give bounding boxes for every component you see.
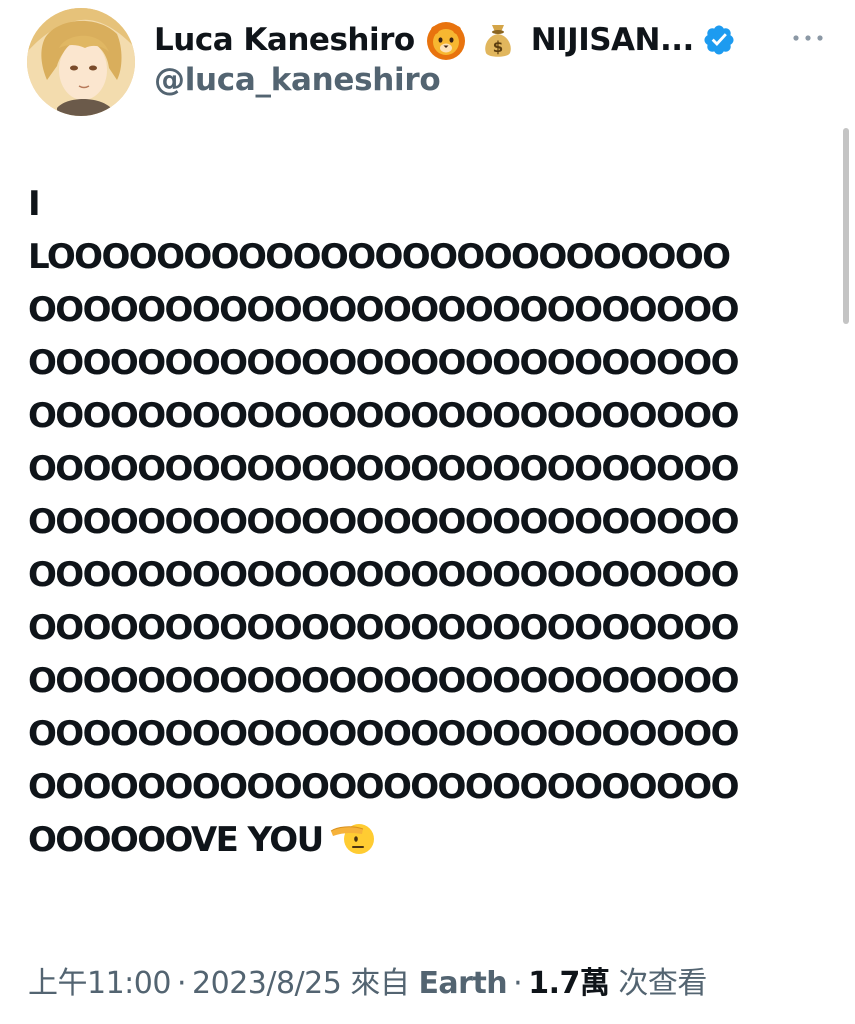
author-handle[interactable]: @luca_kaneshiro — [154, 62, 441, 98]
saluting-face-icon — [329, 817, 375, 857]
tweet-text: I LOOOOOOOOOOOOOOOOOOOOOOOOO OOOOOOOOOOO… — [28, 178, 818, 867]
lion-face-icon — [425, 19, 467, 61]
tweet-text-line: OOOOOOOOOOOOOOOOOOOOOOOOOO — [28, 290, 739, 330]
source-prefix: 來自 — [350, 966, 410, 1001]
views-count[interactable]: 1.7萬 — [528, 966, 610, 1001]
tweet-text-line: OOOOOOOOOOOOOOOOOOOOOOOOOO — [28, 343, 739, 383]
views-label: 次查看 — [618, 966, 707, 1001]
tweet-text-line: OOOOOOOOOOOOOOOOOOOOOOOOOO — [28, 608, 739, 648]
tweet-text-line: OOOOOOOOOOOOOOOOOOOOOOOOOO — [28, 449, 739, 489]
tweet-time[interactable]: 上午11:00 — [28, 966, 171, 1001]
tweet-text-line: OOOOOOOOOOOOOOOOOOOOOOOOOO — [28, 396, 739, 436]
display-name[interactable]: Luca Kaneshiro — [154, 22, 415, 58]
tweet-text-line: I — [28, 184, 41, 224]
tweet-text-line: OOOOOOOOOOOOOOOOOOOOOOOOOO — [28, 714, 739, 754]
tweet-meta: 上午11:00 · 2023/8/25 來自 Earth · 1.7萬 次查看 — [28, 962, 838, 1006]
tweet-text-last-line: OOOOOOVE YOU — [28, 814, 818, 867]
tweet-date[interactable]: 2023/8/25 — [192, 966, 342, 1001]
tweet-header: Luca Kaneshiro $ NIJISAN... @luca_kanesh… — [0, 0, 855, 130]
separator-dot: · — [513, 966, 523, 1001]
tweet-text-line: OOOOOOVE YOU — [28, 820, 324, 860]
separator-dot: · — [176, 966, 187, 1001]
tweet-text-line: LOOOOOOOOOOOOOOOOOOOOOOOOO — [28, 237, 731, 277]
svg-text:$: $ — [492, 38, 502, 56]
tweet-text-line: OOOOOOOOOOOOOOOOOOOOOOOOOO — [28, 661, 739, 701]
tweet-source[interactable]: Earth — [418, 966, 507, 1001]
tweet-text-line: OOOOOOOOOOOOOOOOOOOOOOOOOO — [28, 502, 739, 542]
tweet-text-line: OOOOOOOOOOOOOOOOOOOOOOOOOO — [28, 555, 739, 595]
author-name-row[interactable]: Luca Kaneshiro $ NIJISAN... — [154, 16, 774, 64]
scrollbar[interactable] — [843, 128, 849, 324]
affiliation-label[interactable]: NIJISAN... — [531, 22, 695, 58]
tweet-text-line: OOOOOOOOOOOOOOOOOOOOOOOOOO — [28, 767, 739, 807]
money-bag-icon: $ — [477, 19, 519, 61]
verified-badge-icon[interactable] — [702, 23, 736, 57]
more-horizontal-icon[interactable] — [790, 28, 826, 48]
avatar[interactable] — [27, 8, 135, 116]
